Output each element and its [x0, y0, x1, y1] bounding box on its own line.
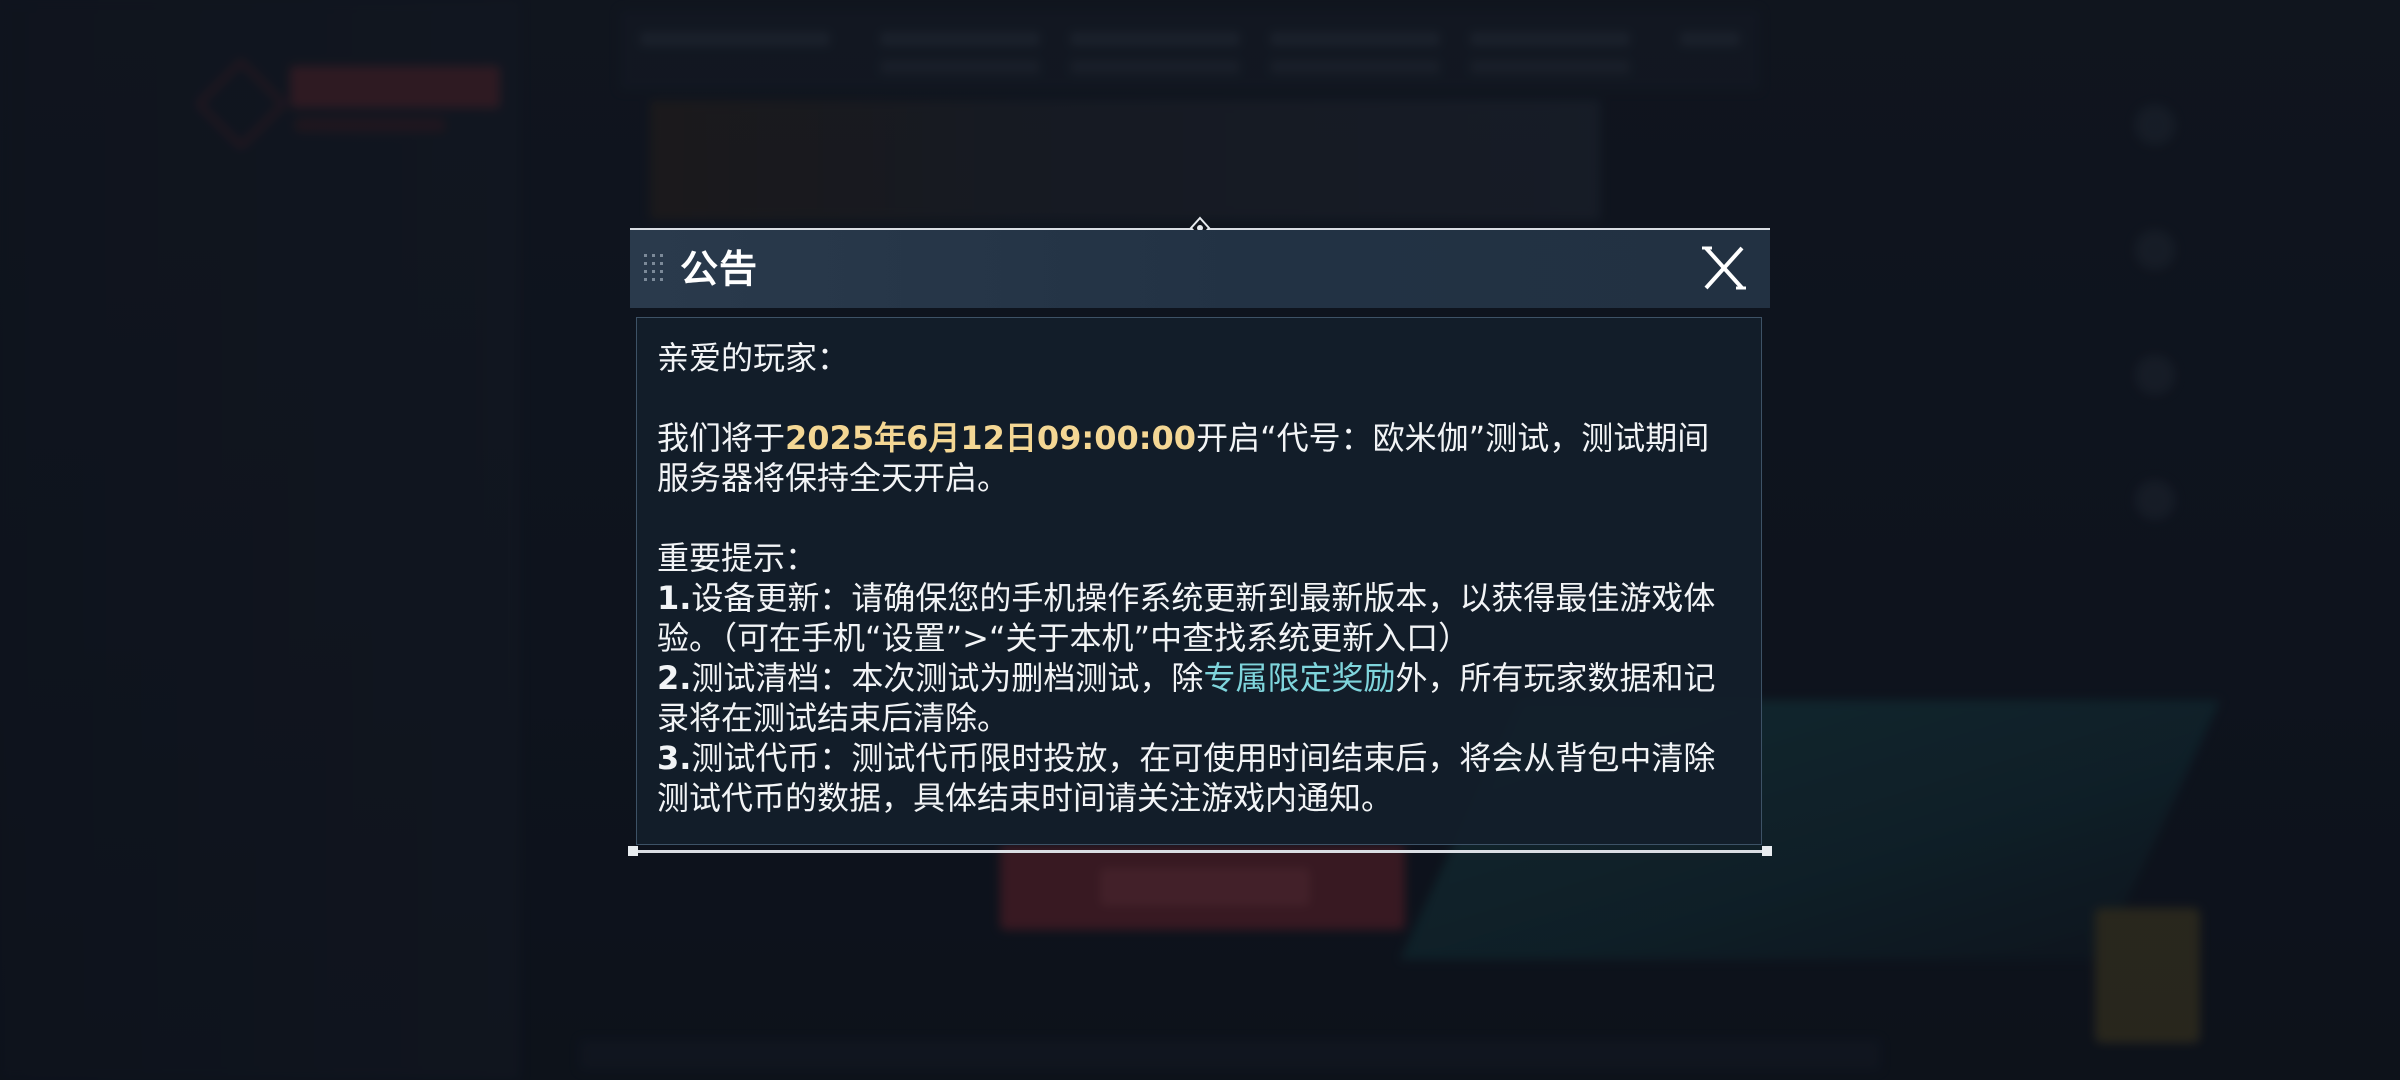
item-text: 设备更新：请确保您的手机操作系统更新到最新版本，以获得最佳游戏体验。（可在手机“…: [657, 579, 1716, 657]
greeting-text: 亲爱的玩家：: [657, 339, 850, 377]
item-text: 测试代币：测试代币限时投放，在可使用时间结束后，将会从背包中清除测试代币的数据，…: [657, 739, 1716, 817]
announcement-scroll-area[interactable]: 亲爱的玩家： 我们将于2025年6月12日09:00:00开启“代号：欧米伽”测…: [657, 338, 1725, 832]
close-icon[interactable]: [1700, 244, 1748, 292]
game-screen: 公告 亲爱的玩家： 我们将于2025年6月12日09:00:00开启“代号：欧米…: [0, 0, 2400, 1080]
bottom-left-cap: [628, 846, 638, 856]
dialog-bottom-border: [630, 850, 1770, 853]
test-schedule-paragraph: 我们将于2025年6月12日09:00:00开启“代号：欧米伽”测试，测试期间服…: [657, 418, 1725, 498]
dialog-header[interactable]: 公告: [630, 230, 1770, 308]
notice-item-device-update: 1.设备更新：请确保您的手机操作系统更新到最新版本，以获得最佳游戏体验。（可在手…: [657, 578, 1725, 658]
item-text-prefix: 测试清档：本次测试为删档测试，除: [691, 659, 1204, 697]
notice-item-data-wipe: 2.测试清档：本次测试为删档测试，除专属限定奖励外，所有玩家数据和记录将在测试结…: [657, 658, 1725, 738]
announcement-content-frame: 亲爱的玩家： 我们将于2025年6月12日09:00:00开启“代号：欧米伽”测…: [636, 317, 1762, 845]
item-number: 1.: [657, 579, 692, 617]
item-number: 2.: [657, 659, 692, 697]
dialog-title: 公告: [680, 247, 759, 291]
item-number: 3.: [657, 739, 692, 777]
schedule-prefix: 我们将于: [657, 419, 786, 457]
test-start-date: 2025年6月12日09:00:00: [785, 419, 1197, 457]
bottom-right-cap: [1762, 846, 1772, 856]
exclusive-reward-highlight: 专属限定奖励: [1203, 659, 1396, 697]
drag-handle-icon[interactable]: [642, 252, 666, 286]
notice-item-test-tokens: 3.测试代币：测试代币限时投放，在可使用时间结束后，将会从背包中清除测试代币的数…: [657, 738, 1725, 818]
announcement-dialog: 公告 亲爱的玩家： 我们将于2025年6月12日09:00:00开启“代号：欧米…: [628, 216, 1772, 856]
notice-heading: 重要提示：: [657, 539, 818, 577]
